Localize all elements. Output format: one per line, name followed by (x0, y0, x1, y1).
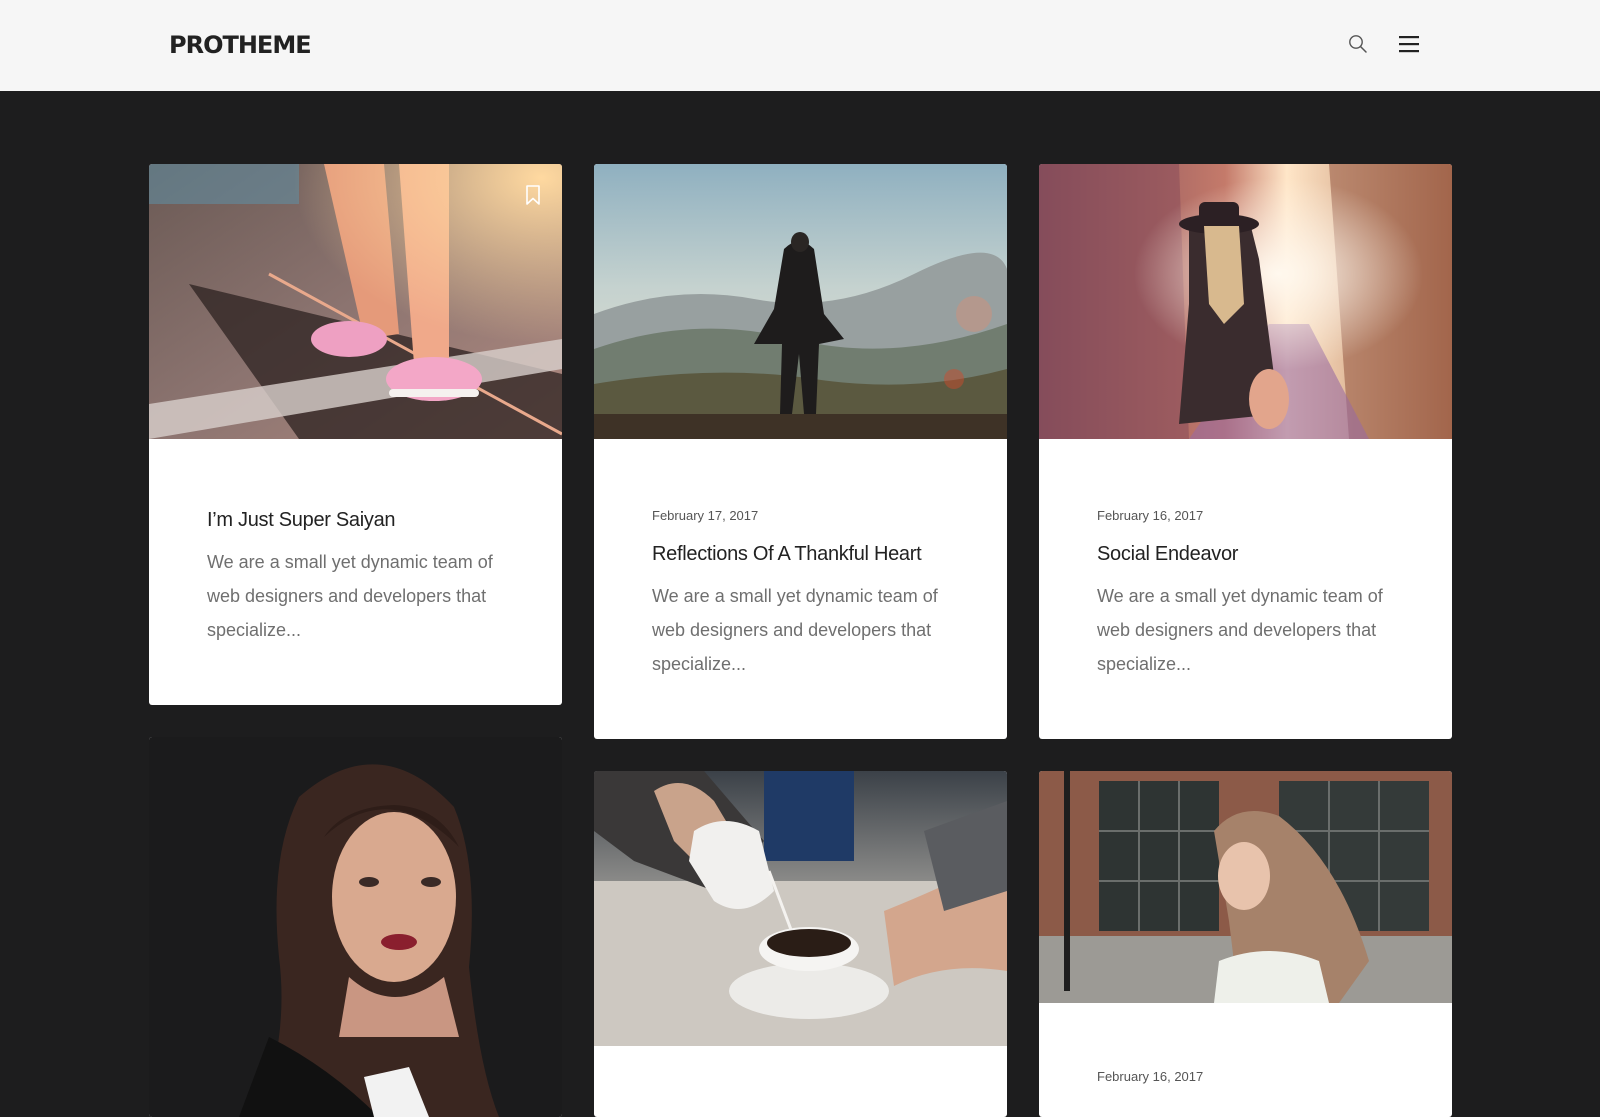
post-card[interactable]: February 17, 2017 Reflections Of A Thank… (594, 164, 1007, 739)
post-thumbnail-skateboard[interactable] (149, 164, 562, 439)
post-excerpt: We are a small yet dynamic team of web d… (207, 552, 493, 640)
post-card[interactable]: February 16, 2017 (1039, 771, 1452, 1117)
post-card[interactable] (594, 771, 1007, 1117)
bookmark-icon (526, 185, 540, 205)
site-logo[interactable]: PROTHEME (169, 30, 312, 60)
post-title[interactable]: I’m Just Super Saiyan (207, 507, 522, 533)
post-excerpt: We are a small yet dynamic team of web d… (652, 586, 938, 674)
site-header: PROTHEME (0, 0, 1600, 91)
post-card[interactable]: I’m Just Super Saiyan We are a small yet… (149, 164, 562, 705)
post-title[interactable]: Reflections Of A Thankful Heart (652, 541, 967, 567)
search-icon (1349, 35, 1367, 53)
post-thumbnail-street[interactable] (1039, 771, 1452, 1003)
search-button[interactable] (1344, 30, 1372, 58)
bookmark-button[interactable] (524, 184, 542, 206)
post-date: February 17, 2017 (652, 508, 759, 523)
post-card[interactable] (149, 737, 562, 1117)
post-thumbnail-portrait[interactable] (149, 737, 562, 1117)
post-date: February 16, 2017 (1097, 1069, 1204, 1084)
post-thumbnail-coffee[interactable] (594, 771, 1007, 1046)
post-thumbnail-alley[interactable] (1039, 164, 1452, 439)
post-date: February 16, 2017 (1097, 508, 1204, 523)
post-card[interactable]: February 16, 2017 Social Endeavor We are… (1039, 164, 1452, 739)
post-excerpt: We are a small yet dynamic team of web d… (1097, 586, 1383, 674)
post-title[interactable]: Social Endeavor (1097, 541, 1412, 567)
hamburger-menu-icon (1399, 36, 1419, 53)
menu-button[interactable] (1395, 30, 1423, 58)
post-thumbnail-mountain[interactable] (594, 164, 1007, 439)
